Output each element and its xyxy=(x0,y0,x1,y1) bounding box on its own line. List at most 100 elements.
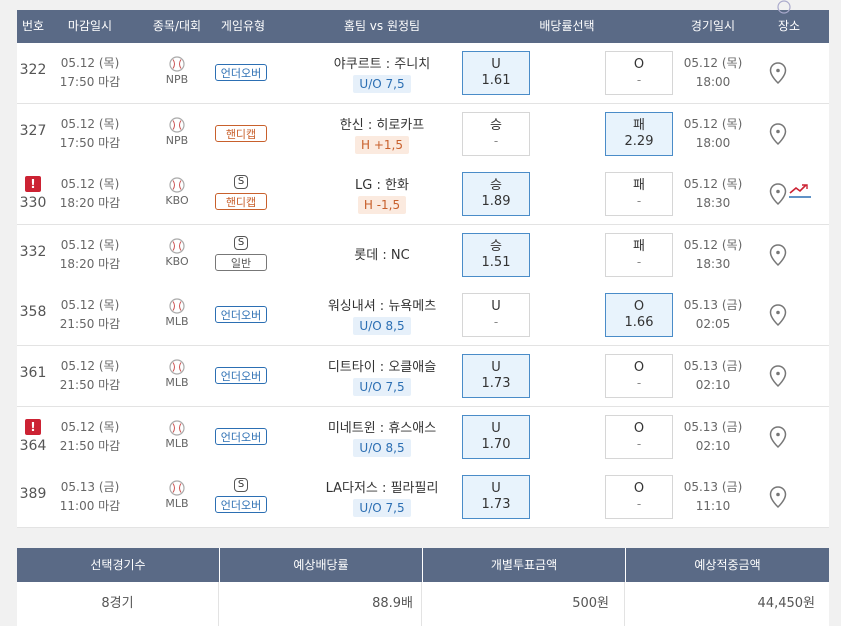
deadline-date: 05.12 (목) xyxy=(60,359,120,373)
header-match: 홈팀 vs 원정팀 xyxy=(343,19,421,33)
handicap-detail: U/O 7,5 xyxy=(353,499,411,518)
odds-left-button[interactable]: 승 1.51 xyxy=(462,232,530,277)
odds-right-value: 1.66 xyxy=(624,315,654,331)
odds-left-button[interactable]: U- xyxy=(462,293,530,338)
odds-left-label: U xyxy=(491,57,501,72)
table-header: 번호 마감일시 종목/대회 게임유형 홈팀 vs 원정팀 배당률선택 경기일시 … xyxy=(17,0,829,43)
away-team: 주니치 xyxy=(394,57,431,72)
game-date: 05.12 (목) xyxy=(683,237,743,252)
game-type-tag: 핸디캡 xyxy=(215,193,267,211)
game-type: 언더오버 xyxy=(213,62,269,81)
deadline-time: 17:50 마감 xyxy=(59,75,121,89)
summary-header-games: 선택경기수 xyxy=(17,548,219,582)
odds-left-value: 1.89 xyxy=(481,194,511,210)
game-type: S 핸디캡 xyxy=(213,175,269,211)
deadline-date: 05.12 (목) xyxy=(60,237,120,252)
odds-right-value: - xyxy=(636,194,642,209)
game-type-tag: 일반 xyxy=(215,253,267,271)
away-team: 필라필리 xyxy=(390,481,439,497)
deadline-time: 21:50 마감 xyxy=(59,378,121,392)
odds-left-label: 승 xyxy=(490,117,502,133)
sport-league: MLB xyxy=(157,298,197,328)
home-team: 워싱내셔 xyxy=(327,299,376,315)
odds-right-button[interactable]: O- xyxy=(605,414,673,459)
special-badge-icon: S xyxy=(234,235,248,250)
match-teams: LG : 한화 xyxy=(355,178,409,194)
deadline-date: 05.12 (목) xyxy=(60,298,120,313)
match-row: 389 05.13 (금) 11:00 마감 MLB S 언더오버 LA다저스 : 필라필리… xyxy=(17,467,829,529)
summary-games-value: 8경기 xyxy=(17,582,219,626)
league-name: NPB xyxy=(165,133,189,147)
location-pin-icon[interactable] xyxy=(768,425,788,449)
baseball-icon xyxy=(169,480,185,496)
away-team: 히로카프 xyxy=(376,117,425,133)
location-pin-icon[interactable] xyxy=(768,364,788,388)
odds-right-button[interactable]: O- xyxy=(605,51,673,95)
odds-right-button[interactable]: O 1.66 xyxy=(605,293,673,338)
sport-league: MLB xyxy=(157,419,197,450)
baseball-icon xyxy=(169,177,185,193)
game-type-tag: 언더오버 xyxy=(215,306,267,324)
game-time: 18:30 xyxy=(695,256,731,271)
odds-left-button[interactable]: U 1.70 xyxy=(462,414,530,459)
location-pin-icon[interactable] xyxy=(768,61,788,85)
odds-right-value: 2.29 xyxy=(624,133,654,149)
odds-right-label: O xyxy=(633,481,645,497)
home-team: 미네트윈 xyxy=(327,420,376,436)
match-row: ! 364 05.12 (목) 21:50 마감 MLB 언더오버 미네트윈 : 휴스애스 U… xyxy=(17,406,829,468)
game-date: 05.12 (목) xyxy=(683,116,743,131)
match-info: 한신 : 히로카프 H +1,5 xyxy=(297,114,467,154)
match-info: 워싱내셔 : 뉴욕메츠 U/O 8,5 xyxy=(297,295,467,336)
odds-right-button[interactable]: 패- xyxy=(605,172,673,217)
odds-right-value: - xyxy=(636,436,642,451)
match-info: 롯데 : NC xyxy=(297,244,467,263)
match-number: 332 xyxy=(19,243,47,260)
baseball-icon xyxy=(169,419,185,436)
odds-left-button[interactable]: U 1.61 xyxy=(462,51,530,95)
game-date: 05.12 (목) xyxy=(683,56,743,70)
game-date: 05.13 (금) xyxy=(683,298,743,313)
odds-left-button[interactable]: 승 1.89 xyxy=(462,172,530,217)
match-teams: 디트타이 : 오클애슬 xyxy=(327,360,437,375)
location-pin-icon[interactable] xyxy=(768,243,788,267)
odds-right-button[interactable]: O- xyxy=(605,475,673,520)
odds-right-button[interactable]: 패 2.29 xyxy=(605,111,673,156)
match-number: 389 xyxy=(19,486,47,503)
location-pin-icon[interactable] xyxy=(768,122,788,146)
sport-league: MLB xyxy=(157,480,197,510)
location-pin-icon[interactable] xyxy=(768,485,788,509)
deadline-time: 17:50 마감 xyxy=(59,135,121,150)
location-pin-icon[interactable] xyxy=(768,303,788,327)
odds-right-button[interactable]: O- xyxy=(605,354,673,398)
game-time: 18:00 xyxy=(695,75,731,89)
match-row: 327 05.12 (목) 17:50 마감 NPB 핸디캡 한신 : 히로카프 H +1,… xyxy=(17,103,829,165)
game-time: 02:10 xyxy=(695,378,731,392)
header-gametime: 경기일시 xyxy=(690,19,736,33)
game-type-tag: 언더오버 xyxy=(215,496,267,514)
game-type: 핸디캡 xyxy=(213,123,269,142)
help-icon[interactable] xyxy=(777,0,791,14)
deadline-date: 05.12 (목) xyxy=(60,177,120,192)
home-team: 야쿠르트 xyxy=(333,57,382,72)
odds-right-value: - xyxy=(636,376,642,390)
league-name: MLB xyxy=(165,497,189,511)
home-team: 디트타이 xyxy=(327,360,376,375)
match-teams: LA다저스 : 필라필리 xyxy=(325,481,439,497)
game-type: 언더오버 xyxy=(213,304,269,324)
handicap-detail: H -1,5 xyxy=(357,196,407,215)
home-team: LA다저스 xyxy=(325,481,378,497)
odds-left-button[interactable]: U 1.73 xyxy=(462,475,530,520)
odds-trend-icon[interactable] xyxy=(789,183,811,199)
game-time: 18:00 xyxy=(695,135,731,150)
away-team: NC xyxy=(390,247,410,263)
odds-right-label: 패 xyxy=(633,238,645,254)
game-type-tag: 언더오버 xyxy=(215,427,267,445)
location-pin-icon[interactable] xyxy=(768,182,788,206)
odds-left-value: - xyxy=(493,315,499,330)
odds-left-value: 1.61 xyxy=(481,73,511,88)
summary-payout-value: 44,450원 xyxy=(626,582,829,626)
odds-left-button[interactable]: U 1.73 xyxy=(462,354,530,398)
deadline-date: 05.13 (금) xyxy=(60,480,120,495)
odds-right-button[interactable]: 패- xyxy=(605,232,673,277)
odds-left-button[interactable]: 승- xyxy=(462,111,530,156)
